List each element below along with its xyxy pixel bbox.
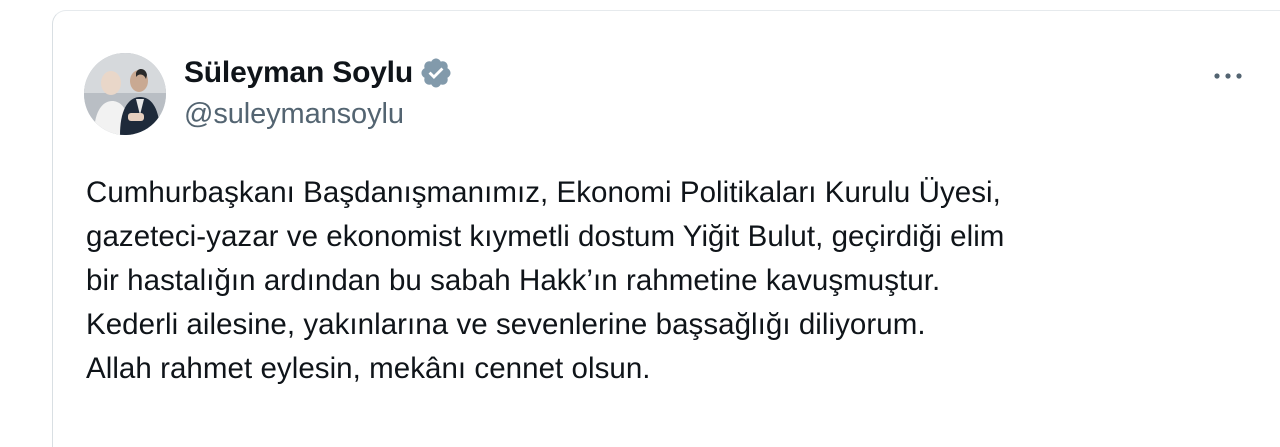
author-handle[interactable]: @suleymansoylu [184,96,404,132]
tweet-text-line: Kederli ailesine, yakınlarına ve sevenle… [86,308,926,341]
tweet-text: Cumhurbaşkanı Başdanışmanımız, Ekonomi P… [86,171,1256,391]
tweet-text-line: Cumhurbaşkanı Başdanışmanımız, Ekonomi P… [86,176,1001,209]
more-options-icon [1214,73,1242,79]
profile-photo-icon [84,53,166,135]
author-display-name[interactable]: Süleyman Soylu [184,55,413,91]
avatar[interactable] [84,53,166,135]
author-name-row[interactable]: Süleyman Soylu [184,55,453,91]
tweet-text-line: bir hastalığın ardından bu sabah Hakk’ın… [86,264,941,297]
tweet-text-line: gazeteci-yazar ve ekonomist kıymetli dos… [86,220,1005,253]
verified-badge-icon[interactable] [419,56,453,90]
tweet-text-line: Allah rahmet eylesin, mekânı cennet olsu… [86,352,651,385]
more-options-button[interactable] [1206,62,1250,90]
